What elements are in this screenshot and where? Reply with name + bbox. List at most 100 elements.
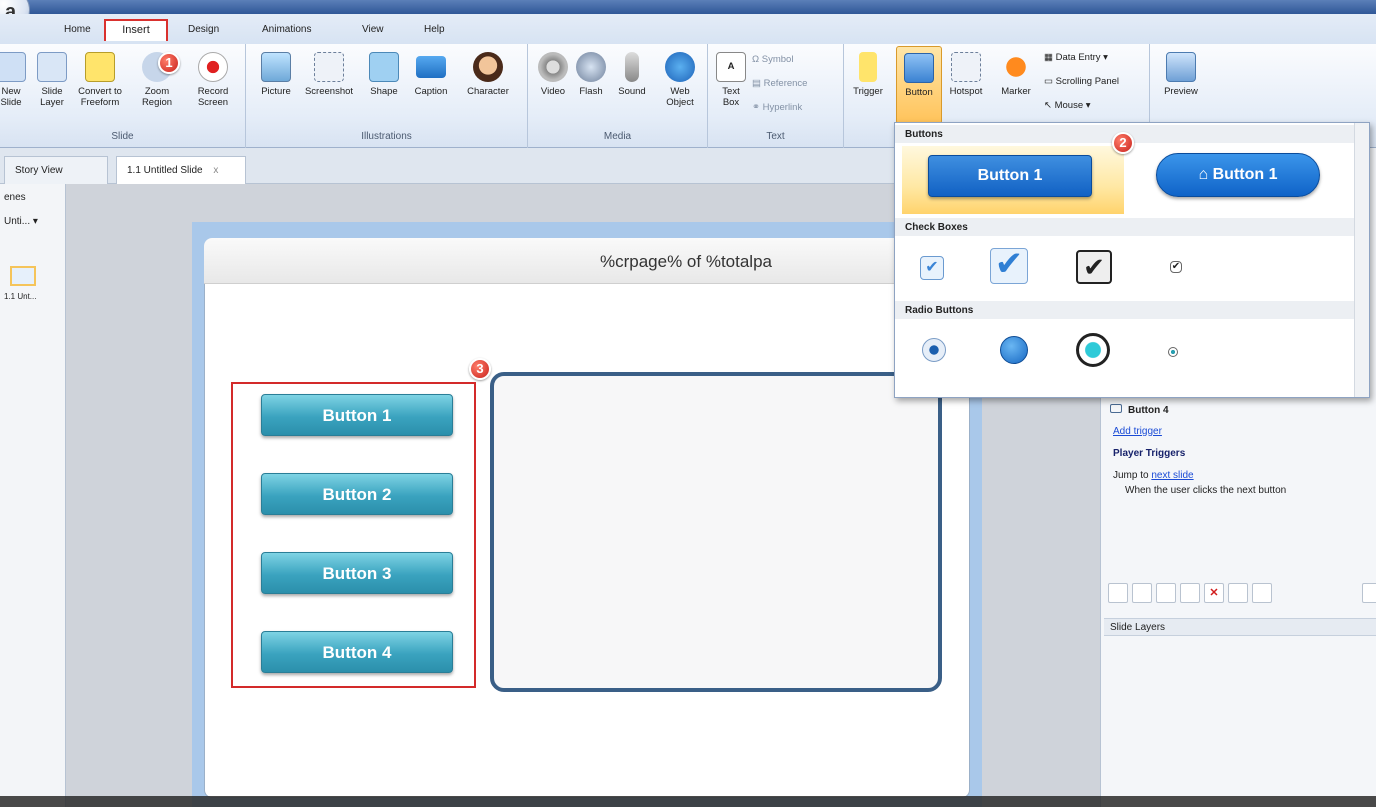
trigger-item-button4[interactable]: Button 4 xyxy=(1110,404,1169,416)
paste-trigger-icon[interactable] xyxy=(1180,583,1200,603)
gallery-header-radio-buttons: Radio Buttons xyxy=(895,301,1355,319)
character-icon xyxy=(473,52,503,82)
text-box-button[interactable]: A Text Box xyxy=(716,52,746,108)
hyperlink-button[interactable]: ⚭ Hyperlink xyxy=(752,102,802,113)
slide-button-4[interactable]: Button 4 xyxy=(261,631,453,673)
new-slide-icon xyxy=(0,52,26,82)
web-object-button[interactable]: Web Object xyxy=(658,52,702,108)
hotspot-icon xyxy=(951,52,981,82)
ribbon-group-slide: New Slide Slide Layer Convert to Freefor… xyxy=(0,44,246,148)
move-down-icon[interactable] xyxy=(1252,583,1272,603)
scenes-pane: enes Unti... ▾ 1.1 Unt... xyxy=(0,184,66,807)
slide-thumbnail[interactable] xyxy=(10,266,36,286)
convert-freeform-button[interactable]: Convert to Freeform xyxy=(72,52,128,108)
title-bar xyxy=(0,0,1376,14)
next-slide-link[interactable]: next slide xyxy=(1151,470,1193,481)
flash-icon xyxy=(576,52,606,82)
slide-header-bar xyxy=(204,238,970,284)
slide-layer-icon xyxy=(37,52,67,82)
step-badge-3: 3 xyxy=(469,358,491,380)
tab-insert[interactable]: Insert xyxy=(104,19,168,41)
reference-button[interactable]: ▤ Reference xyxy=(752,78,807,89)
symbol-button[interactable]: Ω Symbol xyxy=(752,54,793,65)
data-entry-button[interactable]: ▦ Data Entry ▾ xyxy=(1044,52,1108,63)
scrolling-panel-button[interactable]: ▭ Scrolling Panel xyxy=(1044,76,1119,87)
gallery-button-style-2[interactable]: ⌂ Button 1 xyxy=(1156,153,1320,197)
gallery-scrollbar[interactable] xyxy=(1354,123,1369,397)
tab-view[interactable]: View xyxy=(362,24,384,35)
tab-help[interactable]: Help xyxy=(424,24,445,35)
shape-icon xyxy=(369,52,399,82)
tab-animations[interactable]: Animations xyxy=(262,24,311,35)
ribbon-group-text: A Text Box Ω Symbol ▤ Reference ⚭ Hyperli… xyxy=(708,44,844,148)
group-label-slide: Slide xyxy=(111,131,134,142)
ribbon-group-media: Video Flash Sound Web Object Media xyxy=(528,44,708,148)
caption-button[interactable]: Caption xyxy=(408,52,454,97)
character-button[interactable]: Character xyxy=(456,52,520,97)
tab-untitled-slide[interactable]: 1.1 Untitled Slide x xyxy=(116,156,246,184)
scene-dropdown[interactable]: Unti... ▾ xyxy=(4,216,38,227)
checkbox-style-3[interactable]: ✔ xyxy=(1076,250,1112,284)
video-reel-icon xyxy=(538,52,568,82)
preview-icon xyxy=(1166,52,1196,82)
group-label-illustrations: Illustrations xyxy=(361,131,412,142)
ribbon-group-illustrations: Picture Screenshot Shape Caption Charact… xyxy=(246,44,528,148)
group-label-media: Media xyxy=(603,131,632,142)
jump-to-trigger[interactable]: Jump to next slide xyxy=(1113,470,1194,481)
checkbox-style-2[interactable]: ✔ xyxy=(990,247,1028,284)
caption-icon xyxy=(416,56,446,78)
scenes-header: enes xyxy=(4,192,26,203)
content-rectangle[interactable] xyxy=(490,372,942,692)
screenshot-button[interactable]: Screenshot xyxy=(298,52,360,97)
slide-button-3[interactable]: Button 3 xyxy=(261,552,453,594)
video-button[interactable]: Video xyxy=(534,52,572,97)
radio-style-2[interactable] xyxy=(1000,336,1028,364)
trigger-button[interactable]: Trigger xyxy=(850,52,886,97)
new-trigger-icon[interactable] xyxy=(1108,583,1128,603)
flash-button[interactable]: Flash xyxy=(574,52,608,97)
copy-trigger-icon[interactable] xyxy=(1156,583,1176,603)
slide-title-text[interactable]: %crpage% of %totalpa xyxy=(600,252,772,272)
gallery-header-checkboxes: Check Boxes xyxy=(895,218,1355,236)
shape-button[interactable]: Shape xyxy=(364,52,404,97)
slide-button-1[interactable]: Button 1 xyxy=(261,394,453,436)
radio-style-1[interactable] xyxy=(922,338,946,362)
more-icon[interactable] xyxy=(1362,583,1376,603)
tab-home[interactable]: Home xyxy=(64,24,91,35)
sound-button[interactable]: Sound xyxy=(612,52,652,97)
close-tab-icon[interactable]: x xyxy=(213,165,218,176)
checkbox-style-1[interactable]: ✔ xyxy=(920,256,944,280)
marker-icon xyxy=(1001,52,1031,82)
hotspot-button[interactable]: Hotspot xyxy=(944,52,988,97)
slide-layers-header[interactable]: Slide Layers xyxy=(1104,618,1376,636)
slide-layer-button[interactable]: Slide Layer xyxy=(34,52,70,108)
marker-button[interactable]: Marker xyxy=(994,52,1038,97)
record-icon xyxy=(198,52,228,82)
globe-icon xyxy=(665,52,695,82)
gallery-button-style-1[interactable]: Button 1 xyxy=(928,155,1092,197)
mouse-button[interactable]: ↖ Mouse ▾ xyxy=(1044,100,1091,111)
new-slide-button[interactable]: New Slide xyxy=(0,52,28,108)
radio-style-4[interactable] xyxy=(1168,347,1178,357)
slide-button-2[interactable]: Button 2 xyxy=(261,473,453,515)
picture-icon xyxy=(261,52,291,82)
player-triggers-heading: Player Triggers xyxy=(1113,448,1186,459)
trigger-toolbar: ✕ xyxy=(1108,583,1376,607)
trigger-lightning-icon xyxy=(859,52,877,82)
delete-trigger-icon[interactable]: ✕ xyxy=(1204,583,1224,603)
edit-trigger-icon[interactable] xyxy=(1132,583,1152,603)
button-insert-button[interactable]: Button xyxy=(896,46,942,124)
radio-style-3[interactable] xyxy=(1076,333,1110,367)
step-badge-1: 1 xyxy=(158,52,180,74)
move-up-icon[interactable] xyxy=(1228,583,1248,603)
document-tabs: Story View 1.1 Untitled Slide x xyxy=(0,148,900,184)
tab-design[interactable]: Design xyxy=(188,24,219,35)
trigger-condition: When the user clicks the next button xyxy=(1125,485,1287,496)
checkbox-style-4[interactable]: ✔ xyxy=(1170,261,1182,273)
tab-story-view[interactable]: Story View xyxy=(4,156,108,184)
add-trigger-link[interactable]: Add trigger xyxy=(1113,426,1162,437)
picture-button[interactable]: Picture xyxy=(256,52,296,97)
preview-button[interactable]: Preview xyxy=(1158,52,1204,97)
record-screen-button[interactable]: Record Screen xyxy=(188,52,238,108)
home-icon: ⌂ xyxy=(1198,166,1213,183)
